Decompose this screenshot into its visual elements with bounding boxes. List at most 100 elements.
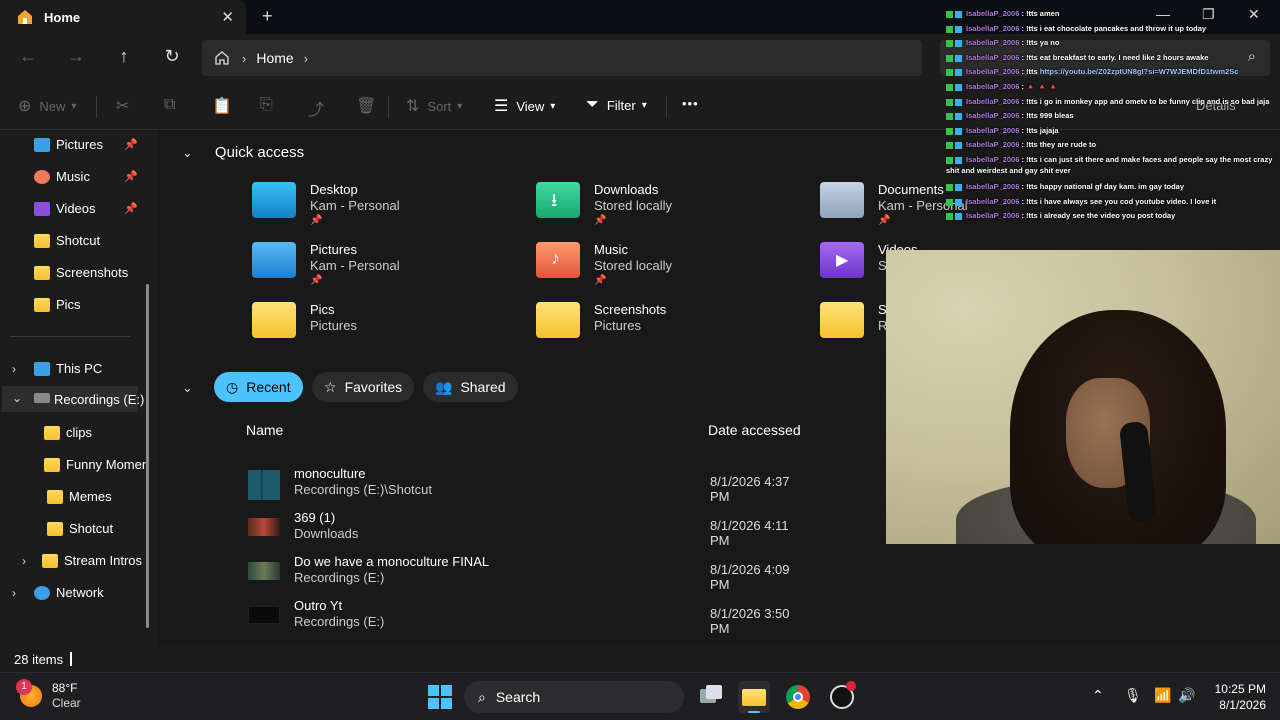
sidebar-item-label: Pictures [56,137,103,152]
divider [96,96,97,118]
forward-button[interactable]: → [64,46,88,67]
weather-sun-icon: 1 [16,679,42,707]
breadcrumb-home[interactable]: Home [256,50,293,66]
tab-recent[interactable]: ◷ Recent [214,372,303,402]
chevron-right-icon[interactable]: › [12,586,16,600]
microphone-icon[interactable]: 🎙 [1124,687,1142,704]
copy-icon[interactable]: ⧉ [164,96,183,114]
pin-icon: 📌 [594,215,607,226]
chevron-right-icon[interactable]: › [12,362,16,376]
badge-icon [946,212,953,220]
view-button[interactable]: ☰ View ▾ [494,96,555,116]
sidebar-item-clips[interactable]: clips [44,425,92,440]
weather-widget[interactable]: 1 88°F Clear [16,679,81,711]
sidebar-item-this-pc[interactable]: This PC [34,361,102,376]
section-title: Quick access [214,144,305,161]
sidebar-item-music[interactable]: Music 📌 [34,169,138,184]
up-button[interactable]: ↑ [112,46,136,67]
taskbar: 1 88°F Clear ⌕ Search ⌃ 🎙 📶 🔊 10:25 PM 8… [0,672,1280,720]
refresh-button[interactable]: ↻ [160,46,184,67]
sidebar-item-shotcut[interactable]: Shotcut [34,233,100,248]
item-location: Stored locally [594,198,673,213]
item-location: Kam - Personal [310,258,400,273]
table-row[interactable]: Outro Yt Recordings (E:) 8/1/2026 3:50 P… [248,598,808,638]
badge-icon [946,127,953,135]
folder-icon [47,489,63,504]
sidebar-item-recordings[interactable]: ⌄ Recordings (E:) [2,386,144,412]
folder-icon [47,521,63,536]
quick-access-downloads[interactable]: ⭳ Downloads Stored locally 📌 [536,182,816,228]
sidebar-item-network[interactable]: Network [34,585,104,600]
cut-icon[interactable]: ✂ [116,96,137,116]
sidebar-item-stream-intros[interactable]: Stream Intros [42,553,142,568]
volume-icon[interactable]: 🔊 [1178,687,1195,704]
obs-icon[interactable] [826,681,858,713]
new-tab-button[interactable]: + [262,6,273,27]
sidebar-item-memes[interactable]: Memes [47,489,112,504]
chevron-down-icon[interactable]: ⌄ [12,391,22,405]
divider [10,336,130,337]
badge-icon [946,98,953,106]
sidebar-item-videos[interactable]: Videos 📌 [34,201,138,216]
rename-icon[interactable]: ⎘ [260,96,281,114]
start-button[interactable] [428,685,452,709]
taskbar-search[interactable]: ⌕ Search [464,681,684,713]
chat-text: !tts happy national gf day kam. im gay t… [1026,182,1185,191]
file-name: 369 (1) [294,510,336,525]
chevron-down-icon[interactable]: ⌄ [182,380,193,396]
more-options-button[interactable]: ••• [682,96,699,111]
address-bar[interactable]: › Home › [202,40,922,76]
file-date: 8/1/2026 3:50 PM [710,606,790,636]
chevron-down-icon: ▾ [550,100,556,112]
sidebar-item-shotcut-folder[interactable]: Shotcut [47,521,113,536]
tab-close-icon[interactable]: ✕ [221,8,234,26]
delete-icon[interactable]: 🗑 [356,96,384,116]
view-icon: ☰ [494,98,509,115]
chevron-right-icon[interactable]: › [22,554,26,568]
column-header-name[interactable]: Name [246,422,283,438]
sidebar-item-pics[interactable]: Pics [34,297,81,312]
table-row[interactable]: 369 (1) Downloads 8/1/2026 4:11 PM [248,510,808,550]
wifi-icon[interactable]: 📶 [1154,687,1171,704]
videos-folder-icon: ▶ [820,242,864,278]
paste-icon[interactable]: 📋 [212,96,240,116]
home-breadcrumb-icon[interactable] [214,50,230,66]
chat-message: IsabellaP_2006 : !tts eat breakfast to e… [946,52,1280,63]
share-icon[interactable]: ⤴ [308,96,332,120]
quick-access-pics[interactable]: Pics Pictures [252,302,532,338]
chat-user: IsabellaP_2006 [966,126,1020,135]
sort-button[interactable]: ⇅ Sort ▾ [406,96,462,116]
quick-access-screenshots[interactable]: Screenshots Pictures [536,302,816,338]
divider [70,652,72,666]
file-date: 8/1/2026 4:11 PM [710,518,789,548]
badge-icon [955,156,962,164]
chat-message: IsabellaP_2006 : !tts happy national gf … [946,181,1280,192]
tab-home[interactable]: Home ✕ [0,0,246,34]
task-view-icon[interactable] [694,681,726,713]
file-explorer-icon[interactable] [738,681,770,713]
back-button[interactable]: ← [16,46,40,67]
column-header-date[interactable]: Date accessed [708,422,801,438]
table-row[interactable]: monoculture Recordings (E:)\Shotcut 8/1/… [248,466,808,506]
clock[interactable]: 10:25 PM 8/1/2026 [1206,681,1266,713]
quick-access-desktop[interactable]: Desktop Kam - Personal 📌 [252,182,532,228]
sidebar-item-pictures[interactable]: Pictures 📌 [34,137,138,152]
file-location: Recordings (E:) [294,570,385,585]
chrome-icon[interactable] [782,681,814,713]
sidebar-item-funny-moments[interactable]: Funny Momen [44,457,149,472]
quick-access-header[interactable]: ⌄ Quick access [182,144,304,161]
quick-access-pictures[interactable]: Pictures Kam - Personal 📌 [252,242,532,288]
new-button[interactable]: ⊕ New ▾ [18,96,76,116]
chevron-up-icon[interactable]: ⌃ [1092,687,1104,704]
sidebar-item-screenshots[interactable]: Screenshots [34,265,128,280]
divider [666,96,667,118]
tab-shared[interactable]: 👥 Shared [423,372,518,402]
table-row[interactable]: Do we have a monoculture FINAL Recording… [248,554,808,594]
tab-favorites[interactable]: ☆ Favorites [312,372,415,402]
filter-button[interactable]: ⏷ Filter ▾ [586,96,647,114]
quick-access-music[interactable]: ♪ Music Stored locally 📌 [536,242,816,288]
webcam-overlay [886,250,1280,544]
chevron-down-icon: ▾ [71,100,77,112]
sidebar-scrollbar[interactable] [146,284,149,628]
folder-icon [44,425,60,440]
